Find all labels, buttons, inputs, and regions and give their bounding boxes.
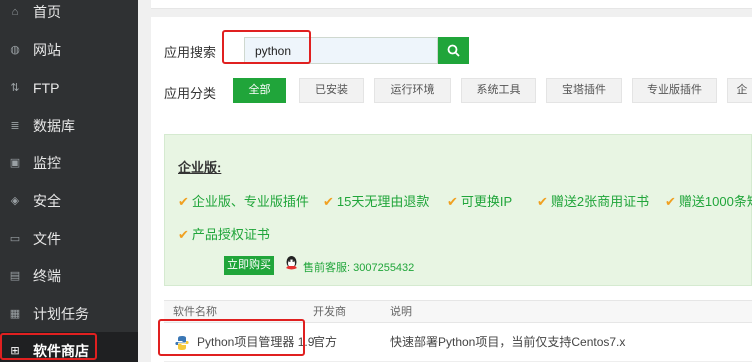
sidebar-item-label: 计划任务: [33, 305, 89, 322]
home-icon: ⌂: [11, 5, 19, 18]
sidebar-item-label: 首页: [33, 3, 61, 20]
software-description: 快速部署Python项目，当前仅支持Centos7.x: [390, 335, 626, 349]
check-icon: ✔: [537, 194, 548, 209]
nav-highlight-box: [0, 333, 97, 360]
search-icon: [447, 44, 460, 57]
sidebar-item-label: 安全: [33, 192, 61, 209]
folder-icon: ▭: [9, 232, 21, 245]
promo-title: 企业版:: [178, 160, 222, 175]
qq-icon[interactable]: [283, 255, 300, 272]
terminal-icon: ▤: [9, 269, 21, 282]
app-store-panel: 应用搜索 应用分类 全部 已安装 运行环境 系统工具 宝塔插件 专业版插件 企 …: [151, 17, 752, 362]
column-header-vendor: 开发商: [313, 306, 346, 318]
check-icon: ✔: [665, 194, 676, 209]
sidebar-item-database[interactable]: ≣ 数据库: [0, 107, 138, 144]
category-pro-plugins[interactable]: 专业版插件: [632, 78, 717, 103]
sidebar-item-label: 终端: [33, 267, 61, 284]
enterprise-promo: 企业版: ✔ 企业版、专业版插件 ✔ 15天无理由退款 ✔ 可更换IP ✔ 赠送2张商用…: [164, 134, 752, 286]
database-icon: ≣: [10, 119, 20, 132]
promo-feature: ✔ 15天无理由退款: [323, 194, 430, 209]
check-icon: ✔: [178, 227, 189, 242]
category-bt-plugins[interactable]: 宝塔插件: [546, 78, 622, 103]
sidebar-item-label: 文件: [33, 230, 61, 247]
promo-feature: ✔ 企业版、专业版插件: [178, 194, 309, 209]
check-icon: ✔: [178, 194, 189, 209]
sidebar-item-home[interactable]: ⌂ 首页: [0, 0, 138, 30]
sidebar-item-cron[interactable]: ▦ 计划任务: [0, 295, 138, 332]
promo-feature: ✔ 产品授权证书: [178, 227, 270, 242]
sidebar-item-label: FTP: [33, 79, 60, 96]
sidebar-item-ftp[interactable]: ⇅ FTP: [0, 69, 138, 106]
category-enterprise[interactable]: 企: [727, 78, 752, 103]
check-icon: ✔: [447, 194, 458, 209]
category-all[interactable]: 全部: [233, 78, 286, 103]
sidebar: ⌂ 首页 ◍ 网站 ⇅ FTP ≣ 数据库 ▣ 监控 ◈ 安全 ▭ 文件 ▤ 终…: [0, 0, 138, 362]
promo-feature: ✔ 可更换IP: [447, 194, 513, 209]
buy-now-button[interactable]: 立即购买: [224, 256, 274, 275]
calendar-icon: ▦: [9, 307, 21, 320]
promo-feature: ✔ 赠送2张商用证书: [537, 194, 650, 209]
column-header-desc: 说明: [390, 306, 412, 318]
search-button[interactable]: [438, 37, 469, 64]
presales-contact[interactable]: 售前客服: 3007255432: [303, 259, 414, 275]
sidebar-item-files[interactable]: ▭ 文件: [0, 220, 138, 257]
check-icon: ✔: [323, 194, 334, 209]
top-panel-edge: [151, 0, 752, 9]
ftp-icon: ⇅: [10, 81, 20, 94]
sidebar-item-label: 网站: [33, 41, 61, 58]
software-vendor: 官方: [313, 335, 338, 349]
sidebar-item-label: 数据库: [33, 117, 75, 134]
sidebar-item-monitor[interactable]: ▣ 监控: [0, 144, 138, 181]
row-highlight-box: [158, 319, 305, 356]
category-installed[interactable]: 已安装: [299, 78, 364, 103]
category-label: 应用分类: [164, 86, 217, 101]
category-runtime[interactable]: 运行环境: [374, 78, 451, 103]
shield-icon: ◈: [10, 194, 20, 207]
monitor-icon: ▣: [9, 156, 21, 169]
globe-icon: ◍: [10, 43, 20, 56]
search-highlight-box: [222, 30, 311, 64]
category-system-tools[interactable]: 系统工具: [461, 78, 536, 103]
sidebar-item-website[interactable]: ◍ 网站: [0, 31, 138, 68]
sidebar-item-label: 监控: [33, 154, 61, 171]
sidebar-item-security[interactable]: ◈ 安全: [0, 182, 138, 219]
sidebar-item-terminal[interactable]: ▤ 终端: [0, 257, 138, 294]
search-label: 应用搜索: [164, 45, 217, 60]
promo-feature: ✔ 赠送1000条短: [665, 194, 752, 209]
